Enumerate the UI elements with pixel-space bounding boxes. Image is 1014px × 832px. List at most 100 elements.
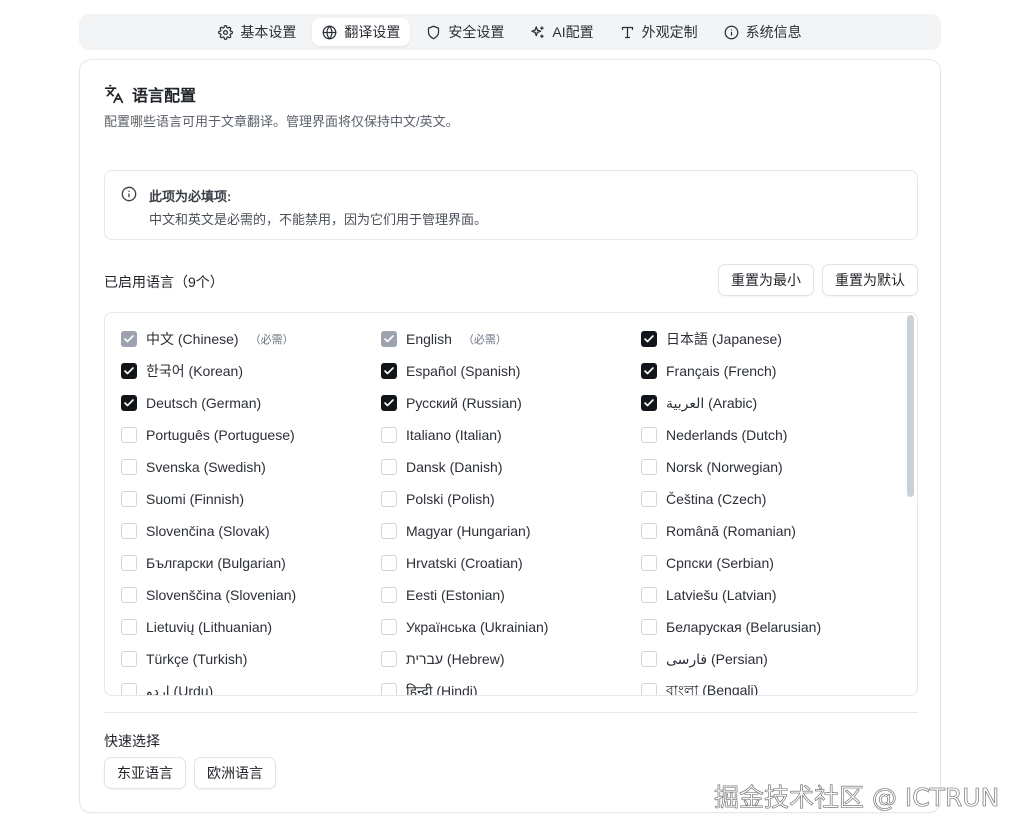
language-label: Română (Romanian) bbox=[666, 523, 796, 539]
language-option[interactable]: Hrvatski (Croatian) bbox=[381, 547, 641, 579]
language-checkbox[interactable] bbox=[381, 651, 397, 667]
quick-select-label: 快速选择 bbox=[104, 733, 160, 749]
language-option[interactable]: Magyar (Hungarian) bbox=[381, 515, 641, 547]
language-option[interactable]: Português (Portuguese) bbox=[121, 419, 381, 451]
language-label: فارسی (Persian) bbox=[666, 650, 768, 667]
language-checkbox[interactable] bbox=[641, 395, 657, 411]
language-option[interactable]: Polski (Polish) bbox=[381, 483, 641, 515]
language-checkbox[interactable] bbox=[121, 587, 137, 603]
language-option[interactable]: Nederlands (Dutch) bbox=[641, 419, 901, 451]
language-checkbox[interactable] bbox=[121, 395, 137, 411]
european-languages-button[interactable]: 欧洲语言 bbox=[194, 757, 276, 789]
language-option[interactable]: বাংলা (Bengali) bbox=[641, 675, 901, 695]
reset-minimum-button[interactable]: 重置为最小 bbox=[718, 264, 814, 296]
language-option[interactable]: Türkçe (Turkish) bbox=[121, 643, 381, 675]
language-option[interactable]: Беларуская (Belarusian) bbox=[641, 611, 901, 643]
language-checkbox[interactable] bbox=[641, 619, 657, 635]
info-icon bbox=[121, 186, 137, 202]
language-option[interactable]: Français (French) bbox=[641, 355, 901, 387]
tab-label: 翻译设置 bbox=[344, 24, 401, 40]
language-checkbox[interactable] bbox=[121, 459, 137, 475]
language-option[interactable]: Español (Spanish) bbox=[381, 355, 641, 387]
language-option[interactable]: العربية (Arabic) bbox=[641, 387, 901, 419]
language-option[interactable]: Українська (Ukrainian) bbox=[381, 611, 641, 643]
language-option[interactable]: فارسی (Persian) bbox=[641, 643, 901, 675]
language-checkbox[interactable] bbox=[641, 523, 657, 539]
reset-default-button[interactable]: 重置为默认 bbox=[822, 264, 918, 296]
scrollbar-thumb[interactable] bbox=[907, 315, 914, 497]
language-checkbox[interactable] bbox=[381, 395, 397, 411]
language-option[interactable]: Български (Bulgarian) bbox=[121, 547, 381, 579]
language-checkbox[interactable] bbox=[121, 491, 137, 507]
language-label: Български (Bulgarian) bbox=[146, 555, 286, 571]
language-checkbox[interactable] bbox=[121, 555, 137, 571]
language-option[interactable]: 日本語 (Japanese) bbox=[641, 323, 901, 355]
required-notice: 此项为必填项: 中文和英文是必需的，不能禁用，因为它们用于管理界面。 bbox=[104, 170, 918, 240]
language-option[interactable]: Română (Romanian) bbox=[641, 515, 901, 547]
language-label: English bbox=[406, 331, 452, 347]
language-label: العربية (Arabic) bbox=[666, 394, 758, 411]
language-option[interactable]: Dansk (Danish) bbox=[381, 451, 641, 483]
language-option[interactable]: Čeština (Czech) bbox=[641, 483, 901, 515]
language-checkbox[interactable] bbox=[641, 363, 657, 379]
language-option[interactable]: Eesti (Estonian) bbox=[381, 579, 641, 611]
language-option[interactable]: עברית (Hebrew) bbox=[381, 643, 641, 675]
language-option[interactable]: Norsk (Norwegian) bbox=[641, 451, 901, 483]
language-checkbox[interactable] bbox=[641, 491, 657, 507]
tab-basic-settings[interactable]: 基本设置 bbox=[208, 18, 306, 46]
language-checkbox[interactable] bbox=[121, 651, 137, 667]
east-asian-languages-button[interactable]: 东亚语言 bbox=[104, 757, 186, 789]
language-option[interactable]: Slovenčina (Slovak) bbox=[121, 515, 381, 547]
language-option[interactable]: Српски (Serbian) bbox=[641, 547, 901, 579]
language-checkbox[interactable] bbox=[121, 363, 137, 379]
language-checkbox[interactable] bbox=[641, 459, 657, 475]
language-checkbox[interactable] bbox=[381, 363, 397, 379]
tab-label: 安全设置 bbox=[448, 24, 505, 40]
language-checkbox[interactable] bbox=[381, 555, 397, 571]
language-option[interactable]: Suomi (Finnish) bbox=[121, 483, 381, 515]
language-label: Español (Spanish) bbox=[406, 363, 521, 379]
language-label: हिन्दी (Hindi) bbox=[406, 682, 478, 696]
language-option[interactable]: हिन्दी (Hindi) bbox=[381, 675, 641, 696]
language-checkbox[interactable] bbox=[381, 427, 397, 443]
tab-translation-settings[interactable]: 翻译设置 bbox=[312, 18, 411, 46]
language-checkbox[interactable] bbox=[121, 523, 137, 539]
language-checkbox[interactable] bbox=[641, 587, 657, 603]
language-option[interactable]: Lietuvių (Lithuanian) bbox=[121, 611, 381, 643]
language-checkbox[interactable] bbox=[381, 619, 397, 635]
language-option[interactable]: اردو (Urdu) bbox=[121, 675, 381, 695]
language-option[interactable]: Latviešu (Latvian) bbox=[641, 579, 901, 611]
tab-system-info[interactable]: 系统信息 bbox=[714, 18, 812, 46]
language-checkbox[interactable] bbox=[381, 683, 397, 695]
language-option[interactable]: English （必需） bbox=[381, 323, 641, 355]
language-option[interactable]: Slovenščina (Slovenian) bbox=[121, 579, 381, 611]
language-checkbox[interactable] bbox=[641, 331, 657, 347]
language-checkbox[interactable] bbox=[381, 587, 397, 603]
language-checkbox[interactable] bbox=[641, 683, 657, 695]
language-label: Српски (Serbian) bbox=[666, 555, 774, 571]
language-checkbox bbox=[121, 331, 137, 347]
language-checkbox[interactable] bbox=[121, 619, 137, 635]
language-checkbox[interactable] bbox=[381, 491, 397, 507]
language-label: Magyar (Hungarian) bbox=[406, 523, 531, 539]
language-checkbox[interactable] bbox=[641, 427, 657, 443]
tab-ai-config[interactable]: AI配置 bbox=[520, 18, 603, 46]
tab-security-settings[interactable]: 安全设置 bbox=[416, 18, 514, 46]
language-label: Türkçe (Turkish) bbox=[146, 651, 248, 667]
language-label: Français (French) bbox=[666, 363, 777, 379]
language-label: Italiano (Italian) bbox=[406, 427, 502, 443]
language-option[interactable]: 한국어 (Korean) bbox=[121, 355, 381, 387]
language-checkbox[interactable] bbox=[641, 555, 657, 571]
tab-label: 系统信息 bbox=[745, 24, 802, 40]
language-option[interactable]: Svenska (Swedish) bbox=[121, 451, 381, 483]
language-option[interactable]: Deutsch (German) bbox=[121, 387, 381, 419]
tab-appearance[interactable]: 外观定制 bbox=[610, 18, 708, 46]
language-checkbox[interactable] bbox=[381, 459, 397, 475]
language-option[interactable]: Русский (Russian) bbox=[381, 387, 641, 419]
language-option[interactable]: 中文 (Chinese) （必需） bbox=[121, 323, 381, 355]
language-checkbox[interactable] bbox=[121, 683, 137, 695]
language-checkbox[interactable] bbox=[381, 523, 397, 539]
language-checkbox[interactable] bbox=[121, 427, 137, 443]
language-option[interactable]: Italiano (Italian) bbox=[381, 419, 641, 451]
language-checkbox[interactable] bbox=[641, 651, 657, 667]
